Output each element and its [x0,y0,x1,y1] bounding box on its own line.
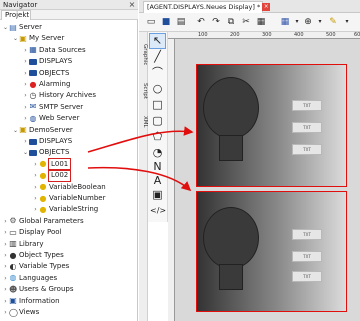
app-root: Navigator × Projekt ⌄ ▤ Server ⌄ ▣ My Server ›… [0,0,360,321]
drag-arrow-l002 [87,166,192,192]
drag-arrow-l001 [87,126,194,153]
drag-arrows [87,126,194,192]
